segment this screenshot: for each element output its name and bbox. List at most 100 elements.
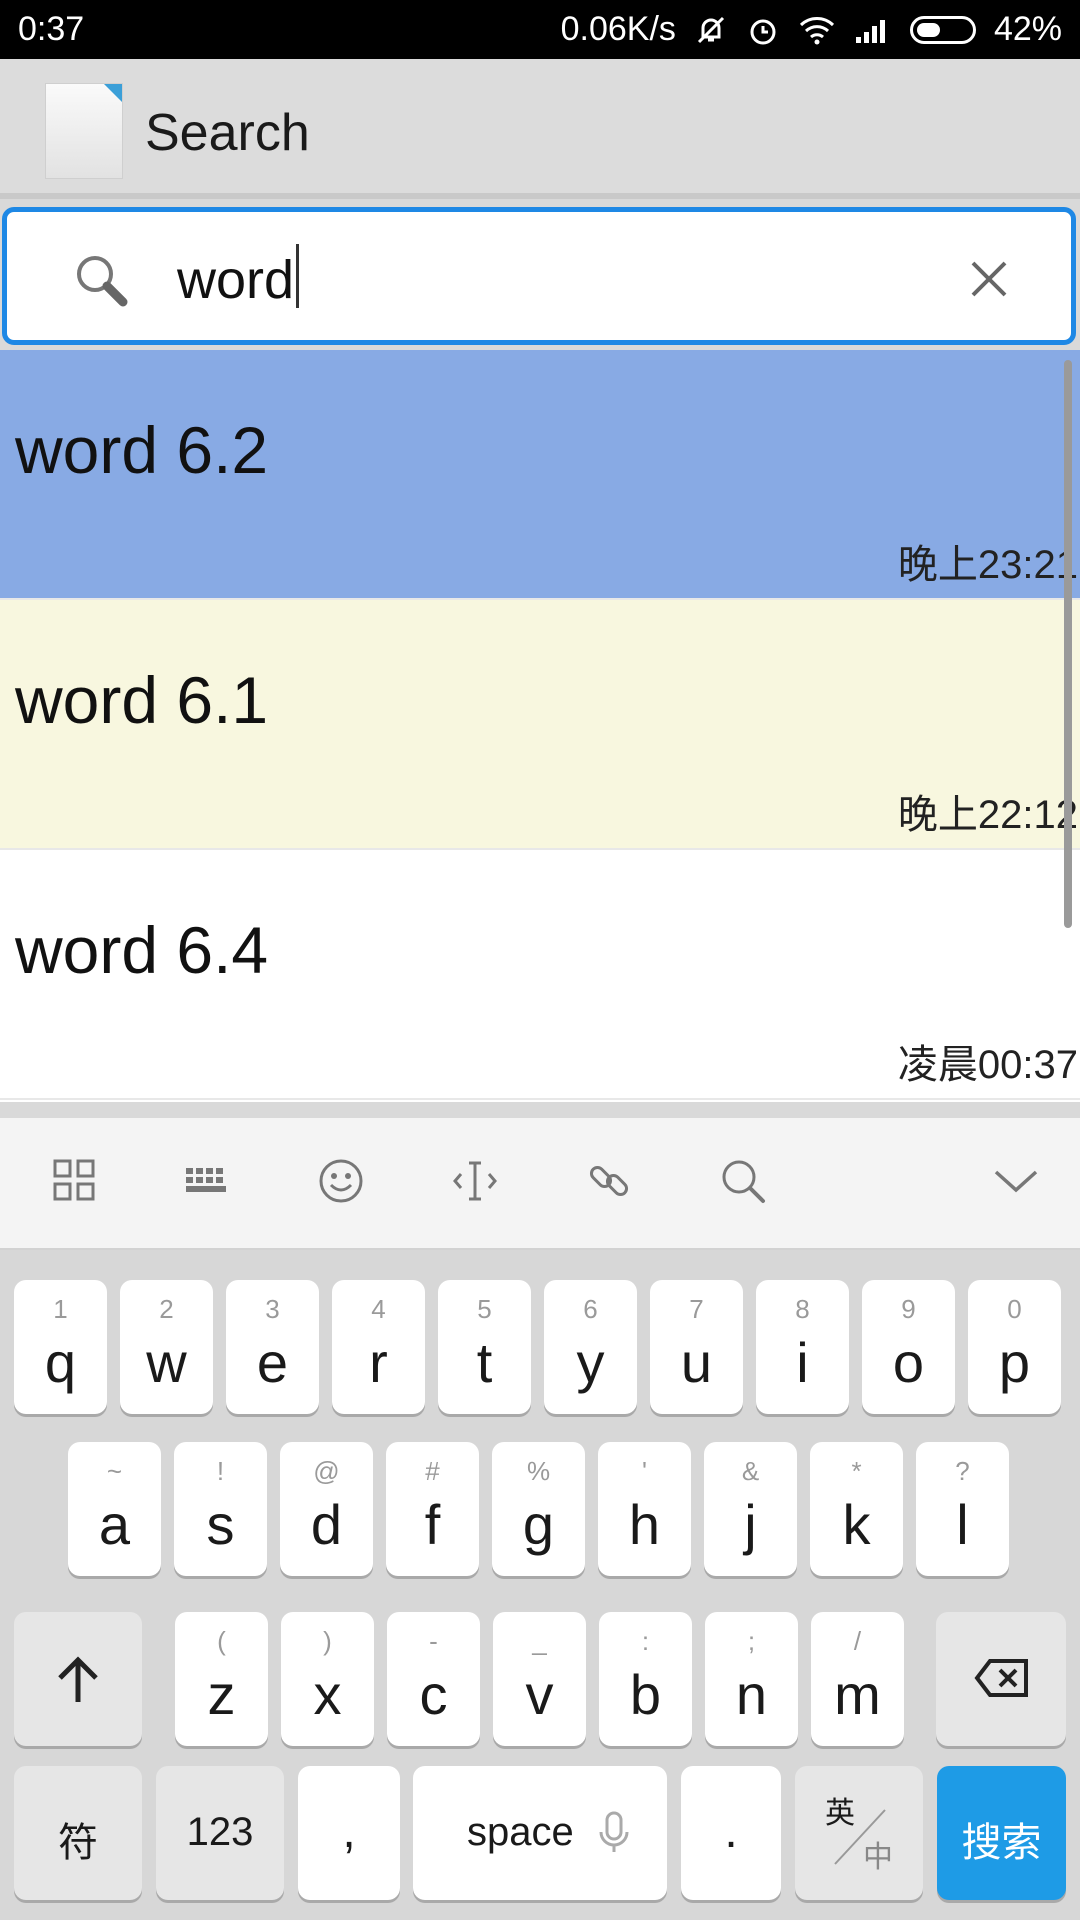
key-l[interactable]: ? l xyxy=(916,1442,1009,1576)
cursor-icon[interactable] xyxy=(452,1158,498,1209)
key-w[interactable]: 2w xyxy=(120,1280,213,1414)
key-y[interactable]: 6y xyxy=(544,1280,637,1414)
key-secondary-label: ( xyxy=(217,1626,226,1656)
language-switch-key[interactable]: 英 中 xyxy=(795,1766,923,1900)
numbers-key-label: 123 xyxy=(186,1810,254,1854)
key-v[interactable]: _ v xyxy=(493,1612,586,1746)
key-t[interactable]: 5t xyxy=(438,1280,531,1414)
key-o[interactable]: 9o xyxy=(862,1280,955,1414)
search-field[interactable]: word xyxy=(2,207,1076,345)
net-speed: 0.06K/s xyxy=(560,10,676,48)
battery-icon xyxy=(909,15,976,44)
grid-icon[interactable] xyxy=(52,1158,96,1207)
key-label: b xyxy=(629,1663,662,1726)
key-s[interactable]: ! s xyxy=(174,1442,267,1576)
key-secondary-label: # xyxy=(425,1456,440,1486)
key-label: y xyxy=(576,1331,605,1394)
key-u[interactable]: 7u xyxy=(650,1280,743,1414)
note-time: 晚上22:12 xyxy=(897,793,1078,837)
key-label: o xyxy=(892,1331,925,1394)
search-icon[interactable] xyxy=(720,1158,766,1209)
key-d[interactable]: @ d xyxy=(280,1442,373,1576)
key-g[interactable]: % g xyxy=(492,1442,585,1576)
results-list[interactable]: word 6.2 晚上23:21 word 6.1 晚上22:12 word 6… xyxy=(0,350,1080,1102)
key-k[interactable]: * k xyxy=(810,1442,903,1576)
comma-key-label: , xyxy=(342,1805,356,1858)
key-n[interactable]: ; n xyxy=(705,1612,798,1746)
key-label: q xyxy=(44,1331,77,1394)
key-label: p xyxy=(998,1331,1031,1394)
period-key[interactable]: . xyxy=(681,1766,781,1900)
symbols-key[interactable]: 符 xyxy=(14,1766,142,1900)
shift-key[interactable] xyxy=(14,1612,142,1746)
key-j[interactable]: & j xyxy=(704,1442,797,1576)
list-item[interactable]: word 6.4 凌晨00:37 xyxy=(0,850,1080,1100)
emoji-icon[interactable] xyxy=(318,1158,364,1209)
clear-icon[interactable] xyxy=(967,257,1011,306)
note-time: 凌晨00:37 xyxy=(897,1043,1078,1087)
enter-key-label: 搜索 xyxy=(961,1821,1042,1865)
text-caret xyxy=(296,244,300,308)
key-secondary-label: ? xyxy=(955,1456,970,1486)
key-h[interactable]: ' h xyxy=(598,1442,691,1576)
key-secondary-label: % xyxy=(526,1456,551,1486)
key-a[interactable]: ~ a xyxy=(68,1442,161,1576)
search-enter-key[interactable]: 搜索 xyxy=(937,1766,1066,1900)
key-i[interactable]: 8i xyxy=(756,1280,849,1414)
soft-keyboard: 符 123 , space . 英 中 搜索 1q2w3e4r5t6y7u8i9… xyxy=(0,1250,1080,1920)
numbers-key[interactable]: 123 xyxy=(156,1766,284,1900)
key-x[interactable]: ) x xyxy=(281,1612,374,1746)
key-secondary-label: / xyxy=(853,1626,862,1656)
key-label: r xyxy=(369,1331,388,1394)
status-icons: 0.06K/s 42% xyxy=(561,10,1062,49)
search-input[interactable]: word xyxy=(177,244,300,311)
key-label: u xyxy=(680,1331,713,1394)
key-secondary-label: - xyxy=(429,1626,438,1656)
key-label: m xyxy=(834,1663,881,1726)
space-key[interactable]: space xyxy=(413,1766,667,1900)
link-icon[interactable] xyxy=(586,1158,632,1209)
key-secondary-label: 8 xyxy=(795,1294,810,1324)
key-label: f xyxy=(424,1493,441,1556)
comma-key[interactable]: , xyxy=(298,1766,400,1900)
key-e[interactable]: 3e xyxy=(226,1280,319,1414)
list-item[interactable]: word 6.2 晚上23:21 xyxy=(0,350,1080,600)
keyboard-icon[interactable] xyxy=(184,1158,230,1207)
key-secondary-label: 7 xyxy=(689,1294,704,1324)
key-secondary-label: ' xyxy=(642,1456,647,1486)
collapse-chevron-icon[interactable] xyxy=(992,1158,1040,1209)
alarm-icon xyxy=(746,13,780,47)
key-secondary-label: ~ xyxy=(106,1456,123,1486)
key-label: j xyxy=(744,1493,757,1556)
key-label: a xyxy=(98,1493,131,1556)
key-m[interactable]: / m xyxy=(811,1612,904,1746)
key-p[interactable]: 0p xyxy=(968,1280,1061,1414)
key-secondary-label: & xyxy=(741,1456,760,1486)
note-time: 晚上23:21 xyxy=(897,543,1078,587)
key-secondary-label: 3 xyxy=(265,1294,280,1324)
backspace-key[interactable] xyxy=(936,1612,1066,1746)
list-item[interactable]: word 6.1 晚上22:12 xyxy=(0,600,1080,850)
key-secondary-label: 4 xyxy=(371,1294,386,1324)
key-f[interactable]: # f xyxy=(386,1442,479,1576)
key-label: w xyxy=(146,1331,187,1394)
keyboard-toolbar xyxy=(0,1118,1080,1250)
key-r[interactable]: 4r xyxy=(332,1280,425,1414)
key-b[interactable]: :b xyxy=(599,1612,692,1746)
key-label: s xyxy=(206,1493,235,1556)
status-time: 0:37 xyxy=(18,10,85,48)
key-z[interactable]: (z xyxy=(175,1612,268,1746)
key-secondary-label: 5 xyxy=(477,1294,492,1324)
key-secondary-label: 2 xyxy=(159,1294,174,1324)
page-title: Search xyxy=(145,104,310,162)
scrollbar[interactable] xyxy=(1064,360,1072,928)
microphone-icon xyxy=(599,1811,629,1852)
key-secondary-label: 1 xyxy=(53,1294,68,1324)
status-bar: 0:37 0.06K/s 42% xyxy=(0,0,1080,59)
key-secondary-label: * xyxy=(851,1456,862,1486)
key-label: t xyxy=(476,1331,493,1394)
key-q[interactable]: 1q xyxy=(14,1280,107,1414)
key-label: i xyxy=(796,1331,809,1394)
key-label: x xyxy=(313,1663,342,1726)
key-c[interactable]: -c xyxy=(387,1612,480,1746)
